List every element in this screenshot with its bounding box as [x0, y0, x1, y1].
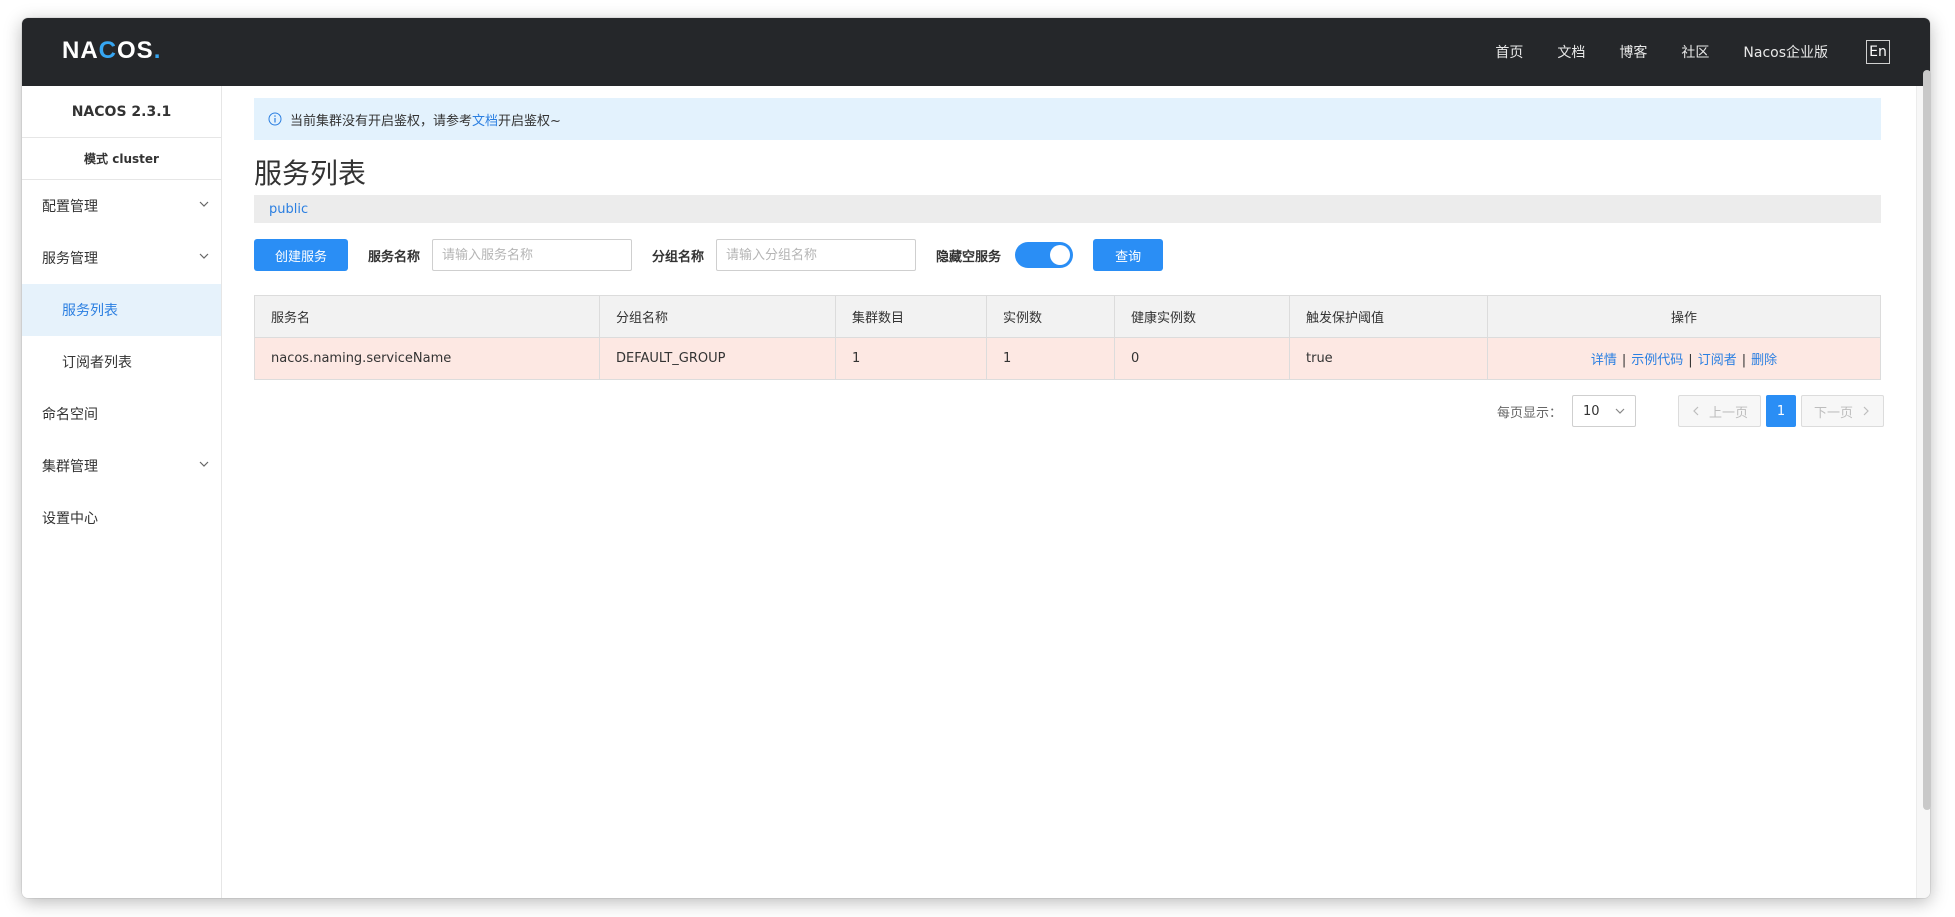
version-title: NACOS 2.3.1 [22, 86, 221, 138]
browser-window: NACOS. 首页 文档 博客 社区 Nacos企业版 En NACOS 2.3… [22, 18, 1930, 898]
cell-cluster-count: 1 [835, 337, 987, 380]
cell-healthy-count: 0 [1114, 337, 1290, 380]
chevron-down-icon [199, 253, 209, 259]
cell-group-name: DEFAULT_GROUP [599, 337, 836, 380]
delete-link[interactable]: 删除 [1751, 353, 1777, 368]
next-page-button[interactable]: 下一页 [1800, 395, 1884, 427]
toggle-knob [1050, 245, 1071, 265]
subscribers-link[interactable]: 订阅者 [1698, 353, 1737, 368]
prev-page-label: 上一页 [1708, 405, 1748, 421]
service-name-label: 服务名称 [368, 249, 421, 265]
sidebar-item-label: 设置中心 [42, 511, 98, 527]
docs-link[interactable]: 文档 [472, 110, 498, 129]
cell-operations: 详情 | 示例代码 | 订阅者 | 删除 [1487, 337, 1881, 380]
chevron-right-icon [1863, 406, 1869, 416]
create-service-button[interactable]: 创建服务 [254, 239, 349, 271]
sidebar-item-service-list[interactable]: 服务列表 [22, 284, 221, 336]
notice-text: 当前集群没有开启鉴权，请参考 [290, 113, 473, 129]
column-header-threshold[interactable]: 触发保护阈值 [1289, 295, 1488, 338]
page-size-select[interactable]: 10 [1571, 395, 1636, 427]
hide-empty-toggle[interactable] [1015, 242, 1074, 268]
group-name-input[interactable] [716, 239, 917, 271]
sidebar: NACOS 2.3.1 模式 cluster 配置管理 服务管理 服务列表 订阅… [22, 86, 222, 898]
sidebar-item-label: 配置管理 [42, 199, 98, 215]
notice-text-end: 开启鉴权~ [498, 113, 561, 129]
nav-enterprise[interactable]: Nacos企业版 [1743, 42, 1828, 62]
nacos-logo[interactable]: NACOS. [62, 37, 161, 65]
separator: | [1741, 353, 1747, 368]
column-header-healthy[interactable]: 健康实例数 [1114, 295, 1290, 338]
sample-code-link[interactable]: 示例代码 [1631, 353, 1683, 368]
column-header-instances[interactable]: 实例数 [986, 295, 1115, 338]
table-row: nacos.naming.serviceName DEFAULT_GROUP 1… [254, 337, 1881, 380]
namespace-public[interactable]: public [269, 202, 308, 217]
next-page-label: 下一页 [1813, 405, 1853, 421]
service-name-input[interactable] [432, 239, 633, 271]
top-navbar: NACOS. 首页 文档 博客 社区 Nacos企业版 En [22, 18, 1930, 86]
chevron-down-icon [1615, 408, 1625, 414]
nav-home[interactable]: 首页 [1495, 42, 1523, 62]
separator: | [1688, 353, 1693, 368]
sidebar-item-label: 命名空间 [42, 407, 98, 423]
column-header-operations: 操作 [1487, 295, 1881, 338]
sidebar-item-settings[interactable]: 设置中心 [22, 492, 221, 544]
sidebar-item-label: 集群管理 [42, 459, 98, 475]
namespace-bar: public [254, 195, 1881, 223]
pagination: 每页显示： 10 上一页 1 下一页 [1497, 395, 1884, 427]
sidebar-item-service-management[interactable]: 服务管理 [22, 232, 221, 284]
sidebar-item-label: 订阅者列表 [62, 355, 132, 371]
sidebar-item-label: 服务管理 [42, 251, 98, 267]
auth-notice: 当前集群没有开启鉴权，请参考 文档 开启鉴权~ [254, 98, 1881, 140]
page-size-value: 10 [1582, 403, 1600, 419]
cell-instance-count: 1 [986, 337, 1115, 380]
separator: | [1621, 353, 1627, 368]
cell-service-name: nacos.naming.serviceName [254, 337, 600, 380]
sidebar-item-namespace[interactable]: 命名空间 [22, 388, 221, 440]
sidebar-item-cluster-management[interactable]: 集群管理 [22, 440, 221, 492]
search-toolbar: 创建服务 服务名称 分组名称 隐藏空服务 查询 [254, 239, 1164, 271]
cell-threshold: true [1289, 337, 1488, 380]
nav-community[interactable]: 社区 [1681, 42, 1709, 62]
nav-docs[interactable]: 文档 [1557, 42, 1585, 62]
scrollbar-thumb[interactable] [1923, 70, 1931, 810]
column-header-group[interactable]: 分组名称 [599, 295, 836, 338]
service-table: 服务名 分组名称 集群数目 实例数 健康实例数 触发保护阈值 操作 nacos.… [254, 295, 1881, 380]
page-size-label: 每页显示： [1496, 405, 1562, 421]
sidebar-item-config-management[interactable]: 配置管理 [22, 180, 221, 232]
nav-blog[interactable]: 博客 [1619, 42, 1647, 62]
chevron-down-icon [199, 461, 209, 467]
page-title: 服务列表 [254, 157, 367, 190]
query-button[interactable]: 查询 [1093, 239, 1164, 271]
sidebar-item-label: 服务列表 [62, 303, 118, 319]
prev-page-button[interactable]: 上一页 [1677, 395, 1761, 427]
details-link[interactable]: 详情 [1591, 353, 1617, 368]
table-header-row: 服务名 分组名称 集群数目 实例数 健康实例数 触发保护阈值 操作 [254, 295, 1881, 338]
info-icon [268, 112, 282, 126]
cluster-mode: 模式 cluster [22, 138, 221, 180]
hide-empty-label: 隐藏空服务 [936, 249, 1002, 265]
group-name-label: 分组名称 [652, 249, 705, 265]
column-header-clusters[interactable]: 集群数目 [835, 295, 987, 338]
chevron-down-icon [199, 201, 209, 207]
sidebar-item-subscriber-list[interactable]: 订阅者列表 [22, 336, 221, 388]
language-switch-button[interactable]: En [1866, 40, 1890, 64]
main-content: 当前集群没有开启鉴权，请参考 文档 开启鉴权~ 服务列表 public 创建服务 服… [222, 86, 1916, 898]
chevron-left-icon [1693, 406, 1699, 416]
page-number-current[interactable]: 1 [1765, 395, 1796, 427]
column-header-service[interactable]: 服务名 [254, 295, 600, 338]
top-nav: 首页 文档 博客 社区 Nacos企业版 En [1461, 18, 1890, 86]
